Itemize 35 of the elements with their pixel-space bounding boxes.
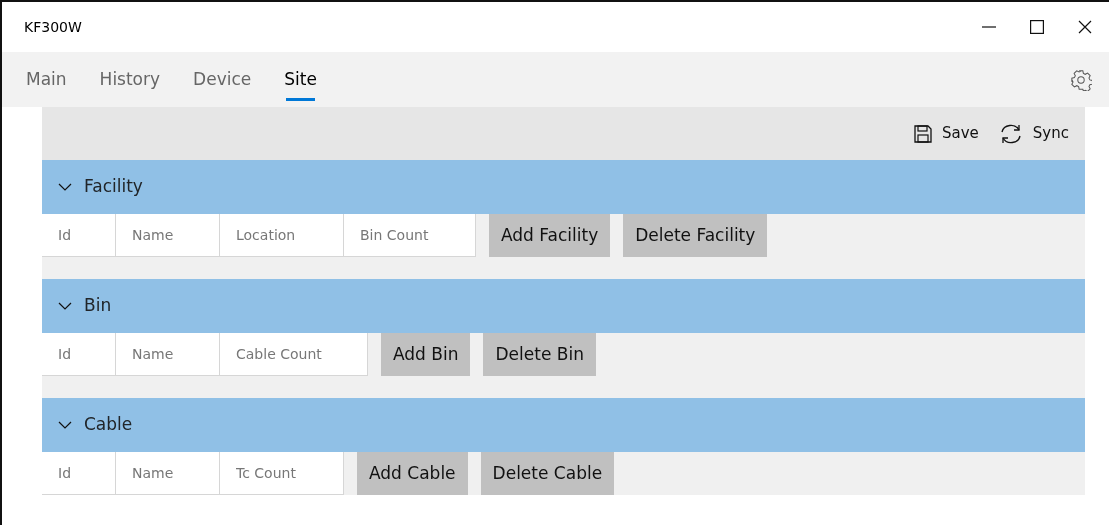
action-button[interactable]: Delete Cable <box>480 452 615 495</box>
settings-icon <box>1070 68 1092 91</box>
sync-icon <box>998 122 1023 145</box>
input-field[interactable]: Cable Count <box>220 333 368 376</box>
window-title: KF300W <box>24 17 82 37</box>
input-field[interactable]: Bin Count <box>344 214 476 257</box>
input-field[interactable]: Location <box>220 214 344 257</box>
input-field[interactable]: Name <box>116 333 220 376</box>
chevron-down-icon <box>58 421 72 429</box>
maximize-icon <box>1030 20 1044 34</box>
input-field[interactable]: Id <box>42 452 116 495</box>
action-button[interactable]: Add Facility <box>489 214 611 257</box>
save-button[interactable]: Save <box>914 122 979 145</box>
tab[interactable]: Site <box>284 52 317 107</box>
action-button[interactable]: Delete Facility <box>623 214 768 257</box>
section-header[interactable]: Bin <box>42 279 1085 333</box>
input-field[interactable]: Id <box>42 214 116 257</box>
input-field[interactable]: Tc Count <box>220 452 344 495</box>
tab[interactable]: Device <box>193 52 252 107</box>
sync-button[interactable]: Sync <box>998 122 1069 145</box>
input-field[interactable]: Name <box>116 452 220 495</box>
save-icon <box>914 124 932 143</box>
minimize-icon <box>982 26 996 28</box>
action-button[interactable]: Add Cable <box>357 452 468 495</box>
input-field[interactable]: Id <box>42 333 116 376</box>
action-button[interactable]: Delete Bin <box>483 333 596 376</box>
tab[interactable]: Main <box>26 52 67 107</box>
section-header[interactable]: Cable <box>42 398 1085 452</box>
chevron-down-icon <box>58 302 72 310</box>
section-header[interactable]: Facility <box>42 160 1085 214</box>
close-icon <box>1078 20 1092 34</box>
action-button[interactable]: Add Bin <box>381 333 471 376</box>
chevron-down-icon <box>58 183 72 191</box>
tab[interactable]: History <box>99 52 161 107</box>
input-field[interactable]: Name <box>116 214 220 257</box>
